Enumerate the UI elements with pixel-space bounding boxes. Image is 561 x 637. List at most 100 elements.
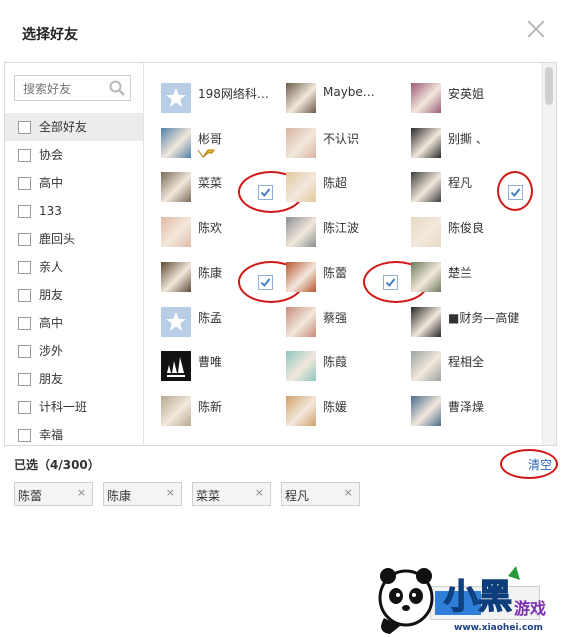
avatar bbox=[286, 395, 316, 426]
friend-item[interactable]: 安英姐 bbox=[400, 79, 525, 115]
friend-item[interactable]: 陈媛 bbox=[275, 392, 400, 428]
avatar bbox=[411, 127, 441, 158]
group-checkbox[interactable] bbox=[18, 204, 31, 218]
friend-name: 陈欢 bbox=[198, 221, 223, 236]
remove-chip-icon[interactable]: × bbox=[255, 486, 264, 499]
group-item[interactable]: 朋友 bbox=[5, 281, 143, 309]
group-item[interactable]: 鹿回头 bbox=[5, 225, 143, 253]
friend-checkbox-checked[interactable] bbox=[508, 185, 523, 201]
avatar bbox=[161, 217, 191, 248]
remove-chip-icon[interactable]: × bbox=[166, 486, 175, 499]
group-label: 协会 bbox=[39, 148, 64, 162]
friend-item[interactable]: 曹泽燥 bbox=[400, 392, 525, 428]
remove-chip-icon[interactable]: × bbox=[77, 486, 86, 499]
friend-item[interactable]: 菜菜 bbox=[150, 168, 275, 204]
scrollbar-thumb[interactable] bbox=[545, 67, 553, 105]
group-item[interactable]: 幸福 bbox=[5, 421, 143, 445]
remove-chip-icon[interactable]: × bbox=[344, 486, 353, 499]
dialog-title: 选择好友 bbox=[22, 27, 78, 43]
select-friends-dialog: 选择好友 全部好友协会高中133鹿回头亲人朋友高中涉外朋友计科一班幸福 198网… bbox=[0, 0, 561, 637]
avatar bbox=[161, 172, 191, 203]
friend-item[interactable]: 程凡 bbox=[400, 168, 525, 204]
friend-item[interactable]: 彬哥 bbox=[150, 124, 275, 160]
friend-item[interactable]: 陈新 bbox=[150, 392, 275, 428]
avatar bbox=[286, 127, 316, 158]
group-label: 鹿回头 bbox=[39, 232, 76, 246]
group-checkbox[interactable] bbox=[18, 372, 31, 386]
group-label: 幸福 bbox=[39, 428, 64, 442]
group-label: 全部好友 bbox=[39, 120, 88, 134]
friend-item[interactable]: 陈康 bbox=[150, 258, 275, 294]
group-checkbox[interactable] bbox=[18, 120, 31, 134]
friend-name: 安英姐 bbox=[448, 87, 485, 101]
friend-checkbox-checked[interactable] bbox=[383, 274, 398, 290]
friend-name: 菜菜 bbox=[198, 176, 223, 191]
group-checkbox[interactable] bbox=[18, 428, 31, 442]
group-checkbox[interactable] bbox=[18, 288, 31, 302]
selected-count: 已选（4/300） bbox=[14, 458, 100, 472]
friend-item[interactable]: 不认识 bbox=[275, 124, 400, 160]
friend-name: 陈媛 bbox=[323, 399, 348, 414]
avatar bbox=[286, 172, 316, 203]
group-item[interactable]: 亲人 bbox=[5, 253, 143, 281]
avatar bbox=[411, 306, 441, 337]
group-label: 涉外 bbox=[39, 344, 64, 358]
friend-item[interactable]: 陈孟 bbox=[150, 303, 275, 339]
friend-name: 别撕 、 bbox=[448, 131, 488, 146]
friend-item[interactable]: 别撕 、 bbox=[400, 124, 525, 160]
group-checkbox[interactable] bbox=[18, 400, 31, 414]
friend-item[interactable]: 198网络科… bbox=[150, 79, 275, 115]
selected-chip: 程凡 × bbox=[281, 482, 360, 506]
friend-name: 陈葭 bbox=[323, 355, 348, 370]
friend-checkbox-checked[interactable] bbox=[258, 274, 273, 290]
friend-item[interactable]: 楚兰 bbox=[400, 258, 525, 294]
friend-item[interactable]: 陈蕾 bbox=[275, 258, 400, 294]
group-checkbox[interactable] bbox=[18, 176, 31, 190]
friend-item[interactable]: Maybe… bbox=[275, 79, 400, 115]
friend-item[interactable]: 陈俊良 bbox=[400, 213, 525, 249]
friend-picker-panel: 全部好友协会高中133鹿回头亲人朋友高中涉外朋友计科一班幸福 198网络科…Ma… bbox=[4, 62, 557, 446]
friend-item[interactable]: 陈超 bbox=[275, 168, 400, 204]
group-item[interactable]: 高中 bbox=[5, 309, 143, 337]
friend-item[interactable]: 陈葭 bbox=[275, 347, 400, 383]
friend-checkbox-checked[interactable] bbox=[258, 185, 273, 201]
close-icon[interactable] bbox=[525, 18, 547, 40]
group-item[interactable]: 涉外 bbox=[5, 337, 143, 365]
friend-name: 彬哥 bbox=[198, 131, 223, 146]
friend-name: 陈江波 bbox=[323, 221, 360, 236]
search-input[interactable] bbox=[21, 77, 113, 101]
group-item[interactable]: 协会 bbox=[5, 141, 143, 169]
group-item[interactable]: 133 bbox=[5, 197, 143, 225]
group-checkbox[interactable] bbox=[18, 316, 31, 330]
group-item[interactable]: 朋友 bbox=[5, 365, 143, 393]
group-item[interactable]: 计科一班 bbox=[5, 393, 143, 421]
group-checkbox[interactable] bbox=[18, 148, 31, 162]
chip-label: 程凡 bbox=[285, 489, 310, 503]
friend-name: 陈康 bbox=[198, 265, 223, 280]
chip-label: 陈蕾 bbox=[18, 489, 43, 503]
friend-item[interactable]: 曹唯 bbox=[150, 347, 275, 383]
friend-item[interactable]: ■财务—高健 bbox=[400, 303, 525, 339]
group-label: 133 bbox=[39, 204, 62, 218]
scrollbar[interactable] bbox=[542, 63, 556, 445]
friend-item[interactable]: 蔡强 bbox=[275, 303, 400, 339]
avatar bbox=[411, 217, 441, 248]
search-box[interactable] bbox=[14, 75, 131, 101]
friend-item[interactable]: 程相全 bbox=[400, 347, 525, 383]
avatar bbox=[286, 83, 316, 113]
clear-link[interactable]: 清空 bbox=[528, 456, 552, 473]
group-item[interactable]: 全部好友 bbox=[5, 113, 143, 141]
group-item[interactable]: 高中 bbox=[5, 169, 143, 197]
group-checkbox[interactable] bbox=[18, 344, 31, 358]
watermark-url: www.xiaohei.com bbox=[454, 623, 543, 633]
friend-name: 陈孟 bbox=[198, 310, 223, 325]
friend-name: 楚兰 bbox=[448, 265, 473, 280]
group-label: 朋友 bbox=[39, 288, 64, 302]
friend-item[interactable]: 陈欢 bbox=[150, 213, 275, 249]
search-icon[interactable] bbox=[109, 80, 125, 96]
group-checkbox[interactable] bbox=[18, 260, 31, 274]
friend-item[interactable]: 陈江波 bbox=[275, 213, 400, 249]
default-avatar-icon bbox=[161, 83, 191, 113]
group-list: 全部好友 协会 高中 133 鹿回头 亲人 朋友 高中 涉外 朋友 计科一班 幸福 bbox=[5, 113, 143, 445]
group-checkbox[interactable] bbox=[18, 232, 31, 246]
